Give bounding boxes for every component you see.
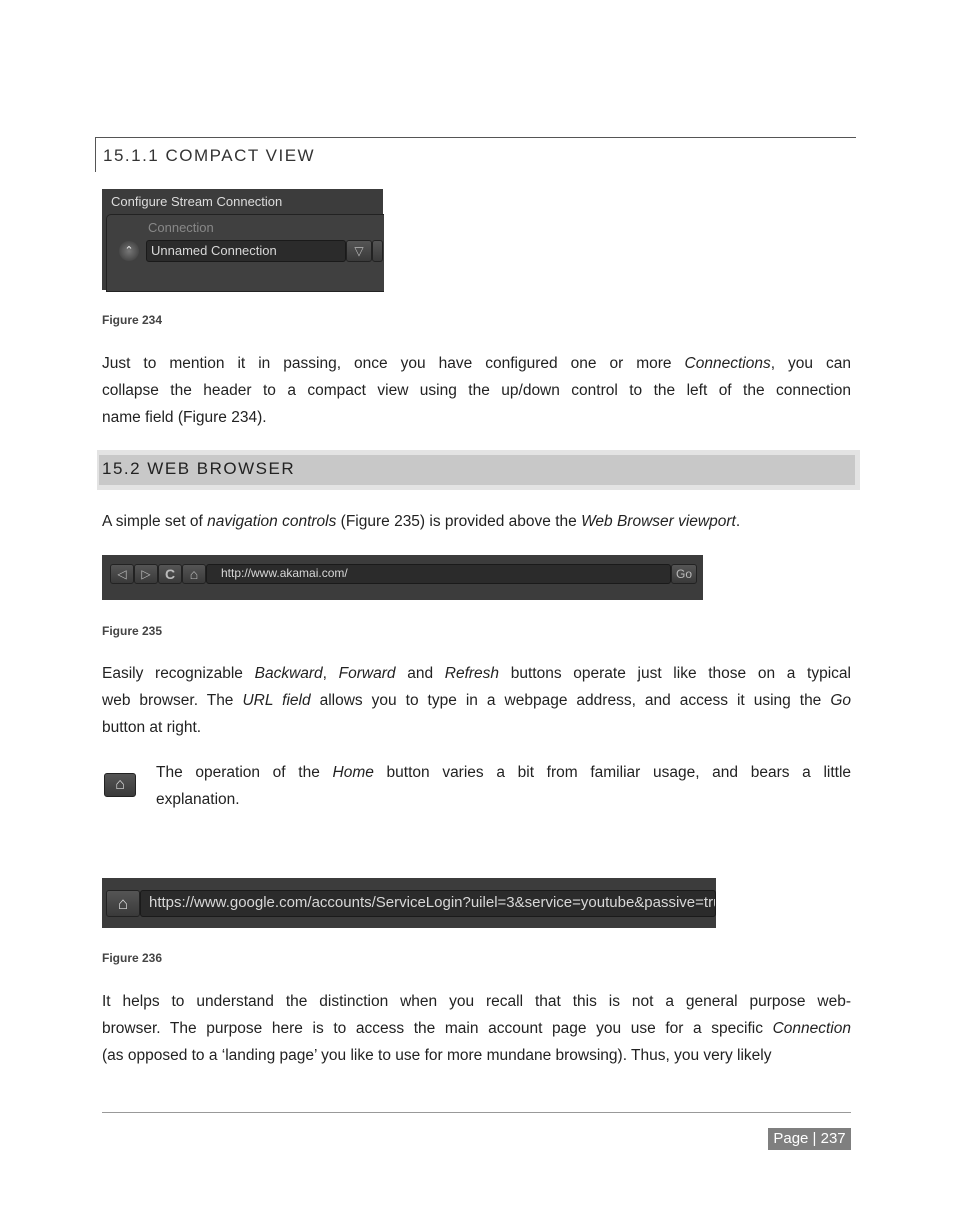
text-line: collapse the header to a compact view us… <box>102 377 851 404</box>
text-line: explanation. <box>156 786 851 813</box>
text-line: browser. The purpose here is to access t… <box>102 1015 851 1042</box>
text-line: A simple set of navigation controls (Fig… <box>102 508 851 535</box>
text-segment: button varies a bit from familiar usage,… <box>373 764 852 781</box>
text-line: web browser. The URL field allows you to… <box>102 687 851 714</box>
text-segment: Just to mention it in passing, once you … <box>102 355 685 372</box>
paragraph: Just to mention it in passing, once you … <box>102 350 851 431</box>
connection-label: Connection <box>148 220 214 235</box>
go-button[interactable]: Go <box>671 564 697 584</box>
figure-234-image: Configure Stream Connection Connection ⌃… <box>102 189 384 292</box>
text-segment: (Figure 235) is provided above the <box>336 513 582 530</box>
text-segment: collapse the header to a compact view us… <box>102 382 851 399</box>
page-number: Page | 237 <box>768 1128 851 1150</box>
text-segment: name field (Figure 234). <box>102 409 267 426</box>
text-segment: browser. The purpose here is to access t… <box>102 1020 773 1037</box>
panel-title: Configure Stream Connection <box>111 194 283 209</box>
emphasis-text: URL field <box>242 692 311 709</box>
home-icon: ⌂ <box>104 773 136 797</box>
section-heading-web-browser: 15.2 WEB BROWSER <box>99 455 855 485</box>
connection-name-field[interactable]: Unnamed Connection <box>146 240 346 262</box>
emphasis-text: Forward <box>338 665 396 682</box>
footer-divider <box>102 1112 851 1113</box>
text-segment: . <box>735 513 741 530</box>
text-line: Easily recognizable Backward, Forward an… <box>102 660 851 687</box>
emphasis-text: Backward <box>254 665 323 682</box>
text-line: The operation of the Home button varies … <box>156 759 851 786</box>
home-button-image: ⌂ <box>102 765 138 800</box>
emphasis-text: Refresh <box>444 665 500 682</box>
text-line: (as opposed to a ‘landing page’ you like… <box>102 1042 851 1069</box>
text-line: button at right. <box>102 714 851 741</box>
emphasis-text: Home <box>332 764 374 781</box>
forward-button[interactable]: ▷ <box>134 564 158 584</box>
text-segment: Easily recognizable <box>102 665 255 682</box>
paragraph: The operation of the Home button varies … <box>156 759 851 813</box>
figure-236-image: ⌂ https://www.google.com/accounts/Servic… <box>102 878 716 928</box>
url-field[interactable]: https://www.google.com/accounts/ServiceL… <box>140 890 716 917</box>
text-segment: (as opposed to a ‘landing page’ you like… <box>102 1047 772 1064</box>
text-line: It helps to understand the distinction w… <box>102 988 851 1015</box>
collapse-up-button[interactable]: ⌃ <box>119 241 139 261</box>
figure-235-image: ◁ ▷ C ⌂ http://www.akamai.com/ Go <box>102 555 703 600</box>
paragraph: Easily recognizable Backward, Forward an… <box>102 660 851 741</box>
emphasis-text: Connection <box>772 1020 851 1037</box>
emphasis-text: Go <box>830 692 851 709</box>
section-heading-compact-view: 15.1.1 COMPACT VIEW <box>95 137 856 172</box>
url-field[interactable]: http://www.akamai.com/ <box>206 564 671 584</box>
emphasis-text: navigation controls <box>207 513 337 530</box>
text-segment: web browser. The <box>102 692 243 709</box>
figure-caption: Figure 235 <box>102 624 163 638</box>
paragraph: A simple set of navigation controls (Fig… <box>102 508 851 535</box>
back-button[interactable]: ◁ <box>110 564 134 584</box>
text-segment: , you can <box>770 355 851 372</box>
paragraph: It helps to understand the distinction w… <box>102 988 851 1069</box>
text-segment: buttons operate just like those on a typ… <box>499 665 851 682</box>
refresh-button[interactable]: C <box>158 564 182 584</box>
home-button[interactable]: ⌂ <box>106 890 140 917</box>
text-segment: and <box>395 665 445 682</box>
figure-caption: Figure 236 <box>102 951 163 965</box>
text-line: Just to mention it in passing, once you … <box>102 350 851 377</box>
text-segment: It helps to understand the distinction w… <box>102 993 851 1010</box>
emphasis-text: Connections <box>684 355 771 372</box>
text-segment: , <box>322 665 339 682</box>
text-segment: allows you to type in a webpage address,… <box>310 692 831 709</box>
text-segment: explanation. <box>156 791 240 808</box>
dropdown-arrow-button[interactable]: ▽ <box>346 240 372 262</box>
partial-button[interactable] <box>372 240 383 262</box>
figure-caption: Figure 234 <box>102 313 163 327</box>
text-line: name field (Figure 234). <box>102 404 851 431</box>
text-segment: button at right. <box>102 719 202 736</box>
text-segment: A simple set of <box>102 513 208 530</box>
home-button[interactable]: ⌂ <box>182 564 206 584</box>
emphasis-text: Web Browser viewport <box>581 513 736 530</box>
text-segment: The operation of the <box>156 764 333 781</box>
